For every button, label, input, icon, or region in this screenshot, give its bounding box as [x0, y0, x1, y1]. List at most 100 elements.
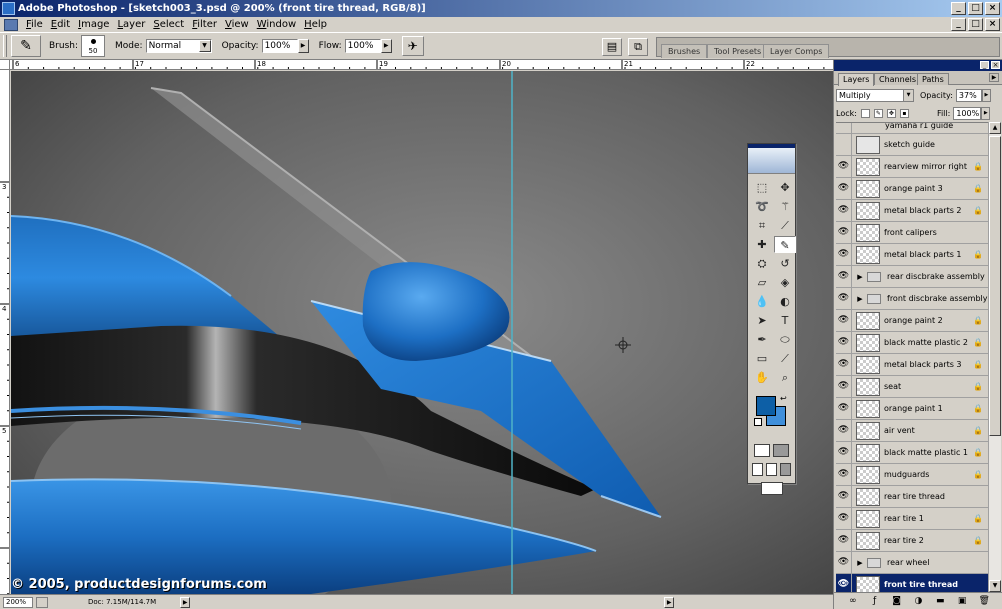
link-layers-icon[interactable]: ∞ [847, 596, 858, 607]
layer-row[interactable]: 👁 metal black parts 2 🔒 [836, 200, 988, 222]
eye-icon[interactable]: 👁 [836, 486, 852, 507]
layer-list-scrollbar[interactable]: ▲ ▼ [988, 122, 1001, 592]
full-screen-menu-icon[interactable] [766, 463, 777, 476]
full-screen-icon[interactable] [780, 463, 791, 476]
menu-help[interactable]: Help [300, 17, 331, 32]
zoom-tool-icon[interactable]: ⌕ [774, 369, 796, 386]
layer-row[interactable]: 👁 rearview mirror right 🔒 [836, 156, 988, 178]
zoom-input[interactable]: 200% [3, 596, 33, 608]
tool-preset-picker[interactable]: ✎ [11, 35, 41, 57]
eye-icon[interactable]: 👁 [836, 156, 852, 177]
photoshop-app-icon[interactable] [2, 2, 15, 15]
layer-row[interactable]: 👁 black matte plastic 1 🔒 [836, 442, 988, 464]
layer-row[interactable]: 👁 black matte plastic 2 🔒 [836, 332, 988, 354]
eye-icon[interactable]: 👁 [836, 288, 852, 309]
notes-tool-icon[interactable]: ▭ [751, 350, 773, 367]
menu-file[interactable]: File [22, 17, 47, 32]
layer-row[interactable]: 👁 orange paint 3 🔒 [836, 178, 988, 200]
visibility-toggle[interactable] [836, 134, 852, 155]
tab-paths[interactable]: Paths [917, 73, 949, 85]
layer-row[interactable]: 👁 ▶ front discbrake assembly [836, 288, 988, 310]
layer-row[interactable]: 👁 orange paint 2 🔒 [836, 310, 988, 332]
layer-row[interactable]: 👁 rear tire 1 🔒 [836, 508, 988, 530]
fill-input[interactable]: 100% [953, 107, 982, 120]
menu-edit[interactable]: Edit [47, 17, 74, 32]
options-grip[interactable] [3, 35, 7, 57]
layer-row[interactable]: 👁 air vent 🔒 [836, 420, 988, 442]
vertical-ruler[interactable]: 3 4 5 [0, 70, 10, 594]
file-browser-button[interactable]: ▤ [602, 38, 622, 56]
flow-slider-button[interactable]: ▶ [380, 39, 392, 53]
mode-select[interactable]: Normal ▼ [145, 39, 212, 53]
lasso-tool-icon[interactable]: ➰ [751, 198, 773, 215]
layer-list[interactable]: yamaha r1 guide sketch guide 👁 rearview mi… [836, 122, 988, 592]
eye-icon[interactable]: 👁 [836, 310, 852, 331]
eye-icon[interactable]: 👁 [836, 376, 852, 397]
close-button[interactable]: × [985, 2, 1000, 15]
pen-tool-icon[interactable]: ✒ [751, 331, 773, 348]
eye-icon[interactable]: 👁 [836, 552, 852, 573]
palette-minimize-button[interactable]: _ [980, 61, 989, 69]
well-tab-layer-comps[interactable]: Layer Comps [763, 44, 830, 58]
doc-minimize-button[interactable]: _ [951, 18, 966, 31]
eye-icon[interactable]: 👁 [836, 420, 852, 441]
lock-transparency-checkbox[interactable] [860, 109, 870, 118]
layer-row[interactable]: 👁 ▶ rear wheel [836, 552, 988, 574]
jump-to-imageready-icon[interactable] [760, 482, 783, 495]
new-group-icon[interactable]: ▬ [935, 596, 946, 607]
status-menu-button[interactable]: ▶ [180, 596, 191, 608]
standard-mode-icon[interactable] [754, 444, 770, 457]
menu-image[interactable]: Image [74, 17, 113, 32]
minimize-button[interactable]: _ [951, 2, 966, 15]
doc-restore-button[interactable]: □ [968, 18, 983, 31]
flow-input[interactable]: 100% [344, 39, 381, 53]
tab-layers[interactable]: Layers [838, 73, 875, 86]
eye-icon[interactable]: 👁 [836, 178, 852, 199]
adjustment-layer-icon[interactable]: ◑ [913, 596, 924, 607]
eraser-tool-icon[interactable]: ▱ [751, 274, 773, 291]
well-tab-brushes[interactable]: Brushes [661, 44, 708, 58]
photoshop-feather-logo[interactable] [748, 148, 795, 174]
eye-icon[interactable]: 👁 [836, 464, 852, 485]
horizontal-ruler[interactable]: 6 17 18 19 20 21 22 [10, 60, 833, 70]
layers-palette-title-bar[interactable]: _ × [834, 60, 1002, 71]
lock-position-checkbox[interactable]: ✥ [886, 109, 896, 118]
hand-tool-icon[interactable]: ✋ [751, 369, 773, 386]
standard-screen-icon[interactable] [752, 463, 763, 476]
fill-slider-button[interactable]: ▶ [981, 107, 991, 120]
history-brush-tool-icon[interactable]: ↺ [774, 255, 796, 272]
scroll-right-button[interactable]: ▶ [664, 596, 675, 608]
tab-channels[interactable]: Channels [874, 73, 922, 85]
eye-icon[interactable]: 👁 [836, 530, 852, 551]
menu-layer[interactable]: Layer [113, 17, 149, 32]
layer-row[interactable]: 👁 front calipers [836, 222, 988, 244]
layer-opacity-input[interactable]: 37% [955, 88, 982, 102]
ruler-origin[interactable] [0, 60, 10, 70]
layer-row[interactable]: 👁 rear tire 2 🔒 [836, 530, 988, 552]
layer-row[interactable]: 👁 rear tire thread [836, 486, 988, 508]
healing-brush-tool-icon[interactable]: ✚ [751, 236, 773, 253]
eye-icon[interactable]: 👁 [836, 574, 852, 592]
shape-tool-icon[interactable]: ⬭ [774, 331, 796, 348]
expand-triangle-icon[interactable]: ▶ [855, 273, 865, 281]
eye-icon[interactable]: 👁 [836, 266, 852, 287]
status-info-icon[interactable] [36, 596, 48, 608]
paint-bucket-tool-icon[interactable]: ◈ [774, 274, 796, 291]
marquee-tool-icon[interactable]: ⬚ [751, 179, 773, 196]
layer-row-partial[interactable]: yamaha r1 guide [836, 123, 988, 134]
eye-icon[interactable]: 👁 [836, 508, 852, 529]
layer-row[interactable]: 👁 ▶ rear discbrake assembly [836, 266, 988, 288]
scroll-up-button[interactable]: ▲ [989, 122, 1001, 134]
eye-icon[interactable]: 👁 [836, 222, 852, 243]
layer-row[interactable]: 👁 metal black parts 3 🔒 [836, 354, 988, 376]
well-tab-tool-presets[interactable]: Tool Presets [707, 44, 769, 58]
opacity-input[interactable]: 100% [261, 39, 298, 53]
eye-icon[interactable]: 👁 [836, 332, 852, 353]
palette-well-button[interactable]: ⧉ [628, 38, 648, 56]
lock-paint-checkbox[interactable]: ✎ [873, 109, 883, 118]
document-canvas[interactable] [11, 71, 833, 594]
layer-row[interactable]: 👁 orange paint 1 🔒 [836, 398, 988, 420]
visibility-toggle[interactable] [836, 123, 852, 133]
eye-icon[interactable]: 👁 [836, 442, 852, 463]
document-icon[interactable] [4, 18, 18, 31]
